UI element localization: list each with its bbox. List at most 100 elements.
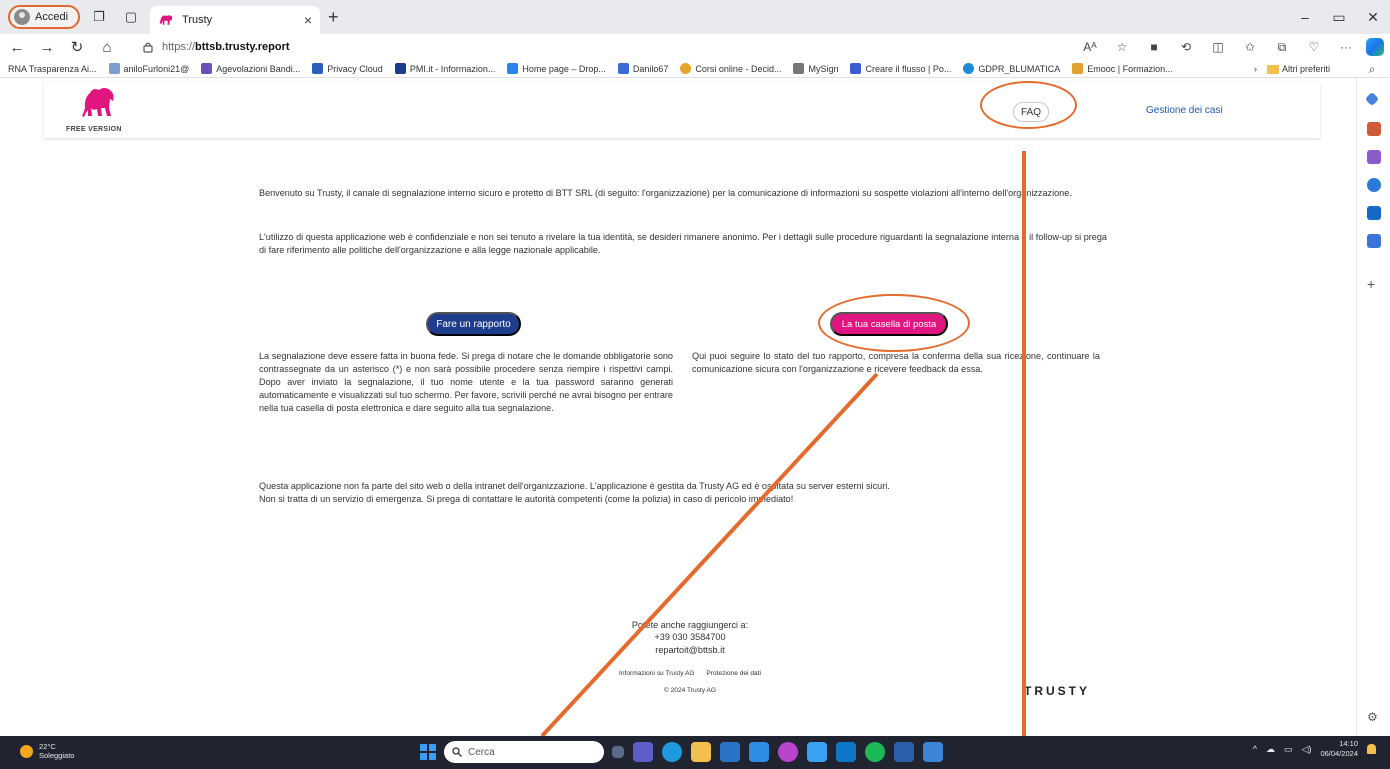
contact-email[interactable]: repartoit@bttsb.it: [560, 644, 820, 656]
favorites-icon[interactable]: ✩: [1236, 34, 1264, 60]
discover-icon[interactable]: [1364, 91, 1380, 107]
notification-bell-icon[interactable]: [1367, 744, 1376, 754]
url-host: bttsb.trusty.report: [195, 41, 290, 53]
sidebar-settings-icon[interactable]: ⚙: [1367, 710, 1378, 724]
calculator-icon[interactable]: [720, 742, 740, 762]
edge-icon[interactable]: [662, 742, 682, 762]
restore-icon[interactable]: ▭: [1322, 0, 1356, 34]
windows-start-icon[interactable]: [420, 744, 436, 760]
task-view-icon[interactable]: [612, 746, 624, 758]
faq-button[interactable]: FAQ: [1013, 102, 1049, 122]
bookmark-item[interactable]: GDPR_BLUMATICA: [963, 63, 1060, 74]
forward-icon[interactable]: →: [34, 34, 60, 60]
free-version-badge: FREE VERSION: [66, 126, 122, 133]
case-management-link[interactable]: Gestione dei casi: [1146, 105, 1223, 116]
workspaces-icon[interactable]: ❐: [86, 4, 112, 30]
emooc-icon: [1072, 63, 1084, 74]
inbox-description: Qui puoi seguire lo stato del tuo rappor…: [692, 351, 1100, 374]
intro-paragraph-1: Benvenuto su Trusty, il canale di segnal…: [259, 188, 1072, 198]
lock-icon: [143, 42, 153, 53]
tab-actions-icon[interactable]: ▢: [118, 4, 144, 30]
new-tab-button[interactable]: +: [328, 7, 339, 28]
bookmark-item[interactable]: Danilo67: [617, 63, 668, 74]
trusty-info-link[interactable]: Informazioni su Trusty AG: [619, 670, 695, 677]
profile-button[interactable]: Accedi: [8, 5, 81, 29]
bookmark-item[interactable]: PMI.it - Informazion...: [394, 63, 495, 74]
favorite-star-icon[interactable]: ☆: [1108, 34, 1136, 60]
address-tools: Aᴬ ☆ ■ ⟲ ◫ ✩ ⧉ ♡ ···: [1076, 34, 1384, 60]
tools-icon[interactable]: [1367, 122, 1381, 136]
app-icon[interactable]: [778, 742, 798, 762]
bookmark-item[interactable]: Emooc | Formazion...: [1072, 63, 1173, 74]
todo-icon[interactable]: [807, 742, 827, 762]
bookmark-item[interactable]: aniloFurloni21@: [108, 63, 189, 74]
dropbox-icon: [507, 63, 519, 74]
bookmark-item[interactable]: Corsi online - Decid...: [680, 63, 781, 74]
tab-title: Trusty: [182, 14, 213, 26]
close-window-icon[interactable]: ✕: [1356, 0, 1390, 34]
bookmark-item[interactable]: MySign: [793, 63, 838, 74]
performance-icon[interactable]: ♡: [1300, 34, 1328, 60]
word-icon[interactable]: [894, 742, 914, 762]
cloud-icon: [312, 63, 324, 74]
split-screen-icon[interactable]: ◫: [1204, 34, 1232, 60]
inbox-button[interactable]: La tua casella di posta: [830, 312, 948, 336]
weather-widget[interactable]: 22°C Soleggiato: [20, 742, 74, 760]
bookmarks-overflow: › Altri preferiti: [1254, 60, 1342, 78]
web-capture-icon[interactable]: [1367, 234, 1381, 248]
tab-close-icon[interactable]: ×: [304, 12, 312, 28]
intro-paragraph-2: L'utilizzo di questa applicazione web è …: [259, 232, 1107, 255]
p-logo-icon: [394, 63, 406, 74]
add-sidebar-icon[interactable]: +: [1367, 276, 1375, 292]
cloud-icon[interactable]: ☁: [1266, 744, 1275, 755]
contact-phone[interactable]: +39 030 3584700: [560, 631, 820, 643]
bookmark-item[interactable]: Creare il flusso | Po...: [850, 63, 951, 74]
clock[interactable]: 14:10 06/04/2024: [1320, 739, 1358, 759]
bookmark-item[interactable]: Agevolazioni Bandi...: [201, 63, 300, 74]
games-icon[interactable]: [1367, 150, 1381, 164]
window-controls: – ▭ ✕: [1288, 0, 1390, 34]
bookmark-item[interactable]: RNA Trasparenza Ai...: [8, 64, 97, 74]
refresh-icon[interactable]: ↻: [64, 34, 90, 60]
tab-trusty[interactable]: Trusty ×: [150, 6, 321, 34]
back-icon[interactable]: ←: [4, 34, 30, 60]
bookmark-item[interactable]: Home page – Drop...: [507, 63, 606, 74]
clock-time: 14:10: [1339, 739, 1358, 748]
site-header: FREE VERSION FAQ Gestione dei casi: [44, 82, 1320, 138]
url-input[interactable]: https://bttsb.trusty.report: [134, 36, 1144, 58]
network-icon[interactable]: ▭: [1284, 744, 1293, 755]
chevron-up-icon[interactable]: ^: [1253, 744, 1257, 754]
outlook-taskbar-icon[interactable]: [836, 742, 856, 762]
bookmark-item[interactable]: Privacy Cloud: [312, 63, 383, 74]
teams-icon[interactable]: [633, 742, 653, 762]
more-icon[interactable]: ···: [1332, 34, 1360, 60]
arrow-icon: [201, 63, 213, 74]
photos-icon[interactable]: [923, 742, 943, 762]
home-icon[interactable]: ⌂: [94, 34, 120, 60]
extensions-icon[interactable]: ⟲: [1172, 34, 1200, 60]
extension-icon[interactable]: ■: [1140, 34, 1168, 60]
spotify-icon[interactable]: [865, 742, 885, 762]
image-icon: [108, 63, 120, 74]
course-icon: [680, 63, 692, 74]
file-explorer-icon[interactable]: [691, 742, 711, 762]
microsoft-365-icon[interactable]: [1367, 178, 1381, 192]
trusty-logo[interactable]: FREE VERSION: [66, 86, 126, 136]
minimize-icon[interactable]: –: [1288, 0, 1322, 34]
contact-block: Potete anche raggiungerci a: +39 030 358…: [560, 619, 820, 656]
report-description: La segnalazione deve essere fatta in buo…: [259, 351, 673, 413]
clock-date: 06/04/2024: [1320, 749, 1358, 758]
collections-icon[interactable]: ⧉: [1268, 34, 1296, 60]
make-report-button[interactable]: Fare un rapporto: [426, 312, 521, 336]
outlook-icon[interactable]: [1367, 206, 1381, 220]
taskbar-search[interactable]: Cerca: [444, 741, 604, 763]
privacy-link[interactable]: Protezione dei dati: [706, 670, 761, 677]
volume-icon[interactable]: ◁): [1302, 744, 1312, 755]
read-aloud-icon[interactable]: Aᴬ: [1076, 34, 1104, 60]
search-sidebar-icon[interactable]: ⌕: [1363, 60, 1381, 78]
bookmarks-bar: RNA Trasparenza Ai... aniloFurloni21@ Ag…: [0, 60, 1390, 78]
other-favorites-folder[interactable]: Altri preferiti: [1266, 64, 1330, 74]
mail-icon[interactable]: [749, 742, 769, 762]
chevron-right-icon[interactable]: ›: [1254, 64, 1257, 74]
copilot-icon[interactable]: [1366, 38, 1384, 56]
